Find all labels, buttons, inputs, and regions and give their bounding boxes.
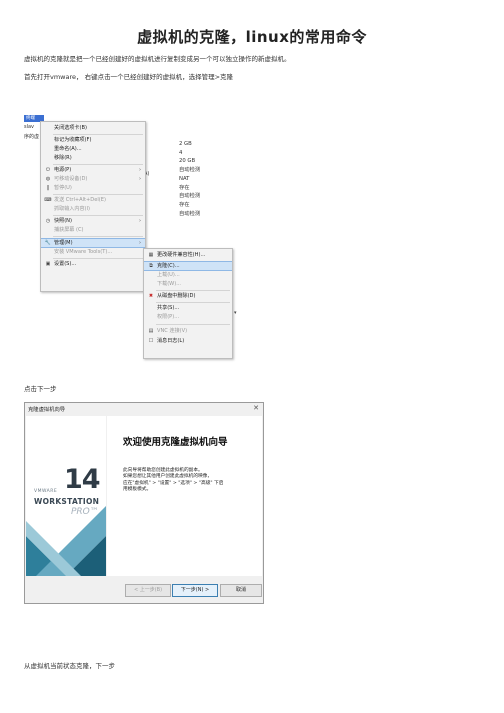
manage-submenu: ▦ 更改硬件兼容性(H)... ⧉ 克隆(C)... 上载(U)... 下载(W).… <box>143 248 233 359</box>
vm-spec-value: 自动检测 <box>179 193 201 200</box>
pause-icon: ‖ <box>46 185 50 191</box>
menu-separator <box>53 258 143 259</box>
close-icon[interactable]: ✕ <box>253 404 259 412</box>
brand-pro-text: PRO™ <box>71 507 99 517</box>
menu-separator <box>53 134 143 135</box>
vm-spec-value: NAT <box>179 175 190 182</box>
brand-workstation-text: WORKSTATION <box>34 497 100 506</box>
menu-item-removable-devices[interactable]: ◍ 可移动设备(D) › <box>41 175 145 184</box>
back-button[interactable]: < 上一步(B) <box>125 584 171 597</box>
vm-side-label: slav <box>24 124 35 130</box>
brand-version-number: 14 <box>64 464 101 495</box>
menu-item-close-tab[interactable]: 关闭选项卡(B) <box>41 124 145 133</box>
menu-item-grab-input[interactable]: 抓取输入内容(I) <box>41 205 145 214</box>
menu-item-settings[interactable]: ▣ 设置(S)... <box>41 260 145 269</box>
keyboard-icon: ⌨ <box>44 197 52 203</box>
vm-spec-value: 存在 <box>179 184 190 191</box>
vm-spec-value: 4 <box>179 149 183 156</box>
chevron-right-icon: › <box>139 218 141 224</box>
menu-separator <box>156 290 230 291</box>
menu-item-send-ctrl-alt-del[interactable]: ⌨ 发送 Ctrl+Alt+Del(E) <box>41 196 145 205</box>
chevron-right-icon: › <box>139 167 141 173</box>
vm-spec-value: 自动检测 <box>179 167 201 174</box>
brand-vmware-text: VMWARE <box>34 489 58 494</box>
menu-item-remove[interactable]: 移除(R) <box>41 154 145 163</box>
hardware-icon: ▦ <box>148 252 154 258</box>
menu-item-manage[interactable]: 🔧 管理(M) › <box>41 238 145 248</box>
menu-separator <box>156 324 230 325</box>
vm-side-label: 序的虚 <box>24 134 40 140</box>
caption-next-step: 点击下一步 <box>24 385 57 393</box>
intro-paragraph: 虚拟机的克隆就是把一个已经创建好的虚拟机进行复制变成另一个可以独立操作的新虚拟机… <box>24 55 291 63</box>
menu-item-rename[interactable]: 重命名(A)... <box>41 145 145 154</box>
brand-graphic <box>26 506 106 576</box>
menu-item-pause[interactable]: ‖ 暂停(U) <box>41 184 145 193</box>
wizard-content: 欢迎使用克隆虚拟机向导 此向导将帮助您创建此虚拟机的副本。 如果您想让其他用户创… <box>107 416 262 576</box>
submenu-item-delete-from-disk[interactable]: ✖ 从磁盘中删除(D) <box>144 292 232 301</box>
delete-icon: ✖ <box>148 293 154 299</box>
wizard-brand-panel: 14 VMWARE WORKSTATION PRO™ <box>26 416 106 576</box>
chevron-right-icon: › <box>139 176 141 182</box>
menu-separator <box>53 164 143 165</box>
snapshot-icon: ◷ <box>45 218 51 224</box>
next-button[interactable]: 下一步(N) > <box>172 584 218 597</box>
wrench-icon: 🔧 <box>44 240 52 246</box>
wizard-description-line: 用模板模式。 <box>123 486 152 492</box>
clone-icon: ⧉ <box>149 263 153 269</box>
vmware-context-menu-screenshot: 终端 slav 序的虚 A) 2 GB 4 20 GB 自动检测 NAT 存在 … <box>24 115 244 360</box>
menu-separator <box>53 215 143 216</box>
cancel-button[interactable]: 取消 <box>220 584 262 597</box>
vnc-icon: ▤ <box>148 328 154 334</box>
submenu-item-hardware-compat[interactable]: ▦ 更改硬件兼容性(H)... <box>144 251 232 260</box>
menu-item-favorite[interactable]: 标记为收藏项(F) <box>41 136 145 145</box>
vm-spec-value: 自动检测 <box>179 210 201 217</box>
menu-item-snapshot[interactable]: ◷ 快照(N) › <box>41 217 145 226</box>
vm-spec-value: 20 GB <box>179 158 196 165</box>
caption-clone-from-current: 从虚拟机当前状态克隆，下一步 <box>24 662 115 670</box>
menu-item-install-tools[interactable]: 安装 VMware Tools(T)... <box>41 248 145 257</box>
chevron-right-icon: › <box>139 240 141 246</box>
submenu-item-download[interactable]: 下载(W)... <box>144 280 232 289</box>
submenu-item-share[interactable]: 共享(S)... <box>144 304 232 313</box>
menu-separator <box>53 236 143 237</box>
wizard-window-title: 克隆虚拟机向导 <box>28 407 66 413</box>
settings-icon: ▣ <box>45 261 51 267</box>
steps-paragraph: 首先打开vmware， 右键点击一个已经创建好的虚拟机，选择管理>克隆 <box>24 73 234 81</box>
log-icon: ☐ <box>148 338 154 344</box>
device-icon: ◍ <box>45 176 51 182</box>
document-title: 虚拟机的克隆，linux的常用命令 <box>137 28 367 46</box>
submenu-item-upload[interactable]: 上载(U)... <box>144 271 232 280</box>
menu-separator <box>53 194 143 195</box>
menu-item-capture-screen[interactable]: 捕获屏幕 (C) <box>41 226 145 235</box>
submenu-item-vnc[interactable]: ▤ VNC 连接(V) <box>144 327 232 336</box>
menu-separator <box>156 302 230 303</box>
vm-spec-list: 2 GB 4 20 GB 自动检测 NAT 存在 自动检测 存在 自动检测 <box>179 140 249 218</box>
submenu-item-permissions[interactable]: 权限(P)... <box>144 313 232 322</box>
submenu-item-message-log[interactable]: ☐ 消息日志(L) <box>144 337 232 346</box>
vm-spec-value: 2 GB <box>179 141 192 147</box>
context-menu: 关闭选项卡(B) 标记为收藏项(F) 重命名(A)... 移除(R) ⏻ 电源(P… <box>40 121 146 292</box>
wizard-heading: 欢迎使用克隆虚拟机向导 <box>123 437 228 448</box>
chevron-down-icon: ▾ <box>234 310 237 316</box>
clone-wizard-dialog: 克隆虚拟机向导 ✕ 14 VMWARE WORKSTATION PRO™ 欢迎使… <box>24 402 264 604</box>
vm-spec-value: 存在 <box>179 201 190 208</box>
wizard-description: 此向导将帮助您创建此虚拟机的副本。 如果您想让其他用户创建此虚拟机的映像， 应在… <box>123 468 253 493</box>
submenu-item-clone[interactable]: ⧉ 克隆(C)... <box>144 261 232 271</box>
power-icon: ⏻ <box>46 167 50 173</box>
menu-item-power[interactable]: ⏻ 电源(P) › <box>41 166 145 175</box>
